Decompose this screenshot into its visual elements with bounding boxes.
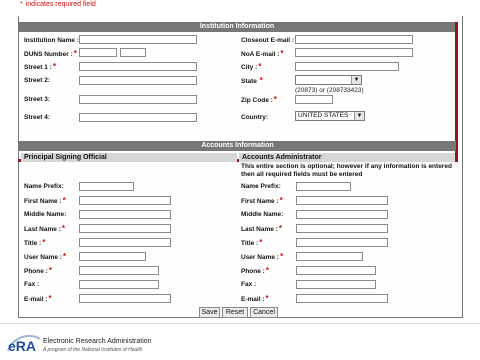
required-icon: * — [48, 294, 52, 303]
required-icon: * — [73, 49, 77, 58]
street2-input[interactable] — [79, 76, 197, 85]
pso-user-name-label: User Name :* — [24, 252, 67, 262]
required-icon: * — [278, 224, 282, 233]
required-icon: * — [273, 95, 277, 104]
required-icon: * — [279, 252, 284, 261]
institution-info-header: Institution Information — [19, 22, 455, 32]
aa-middle-name-label: Middle Name: — [241, 211, 284, 218]
state-label: State * — [241, 76, 263, 86]
required-icon: * — [259, 76, 263, 85]
pso-middle-name-label: Middle Name: — [24, 211, 67, 218]
aa-user-name-input[interactable] — [296, 252, 363, 261]
zip-code-input[interactable] — [295, 95, 333, 104]
era-logo-icon: eRA — [6, 333, 42, 357]
pso-name-prefix-label: Name Prefix: — [24, 183, 64, 190]
pso-fax-input[interactable] — [79, 280, 159, 289]
required-icon: * — [48, 266, 52, 275]
required-icon: * — [52, 62, 56, 71]
footer-title: Electronic Research Administration — [43, 338, 152, 345]
institution-name-label: Institution Name :* — [24, 36, 83, 45]
required-icon: * — [280, 49, 284, 58]
institution-name-input[interactable] — [79, 35, 197, 44]
closeout-email-input[interactable] — [295, 35, 413, 44]
required-icon: * — [42, 238, 46, 247]
aa-phone-input[interactable] — [296, 266, 376, 275]
required-icon: * — [61, 224, 65, 233]
aa-title-label: Title :* — [241, 238, 263, 248]
street4-label: Street 4: — [24, 114, 51, 121]
aa-email-input[interactable] — [296, 294, 388, 303]
street1-input[interactable] — [79, 62, 197, 71]
state-select[interactable]: ▼ — [295, 75, 362, 85]
aa-email-label: E-mail :* — [241, 294, 269, 304]
accounts-administrator-header: Accounts Administrator — [239, 153, 455, 162]
aa-fax-label: Fax : — [241, 281, 257, 288]
duns-plus4-input[interactable] — [120, 48, 146, 57]
footer-divider — [0, 323, 480, 324]
cancel-button[interactable]: Cancel — [250, 307, 278, 318]
city-input[interactable] — [295, 62, 399, 71]
street4-input[interactable] — [79, 113, 197, 122]
aa-last-name-input[interactable] — [296, 224, 388, 233]
accounts-info-header: Accounts Information — [19, 141, 456, 151]
required-icon: * — [265, 294, 269, 303]
aa-phone-label: Phone :* — [241, 266, 269, 276]
required-field-note: * indicates required field — [20, 1, 96, 8]
aa-first-name-input[interactable] — [296, 196, 388, 205]
street3-label: Street 3: — [24, 96, 51, 103]
zip-code-hint: (20873) or (208733423) — [295, 87, 364, 94]
pso-fax-label: Fax : — [24, 281, 40, 288]
city-label: City :* — [241, 62, 262, 72]
pso-phone-label: Phone :* — [24, 266, 52, 276]
zip-code-label: Zip Code :* — [241, 95, 277, 105]
country-label: Country: — [241, 114, 269, 121]
noa-email-label: NoA E-mail :* — [241, 49, 284, 59]
aa-last-name-label: Last Name :* — [241, 224, 282, 234]
required-icon: * — [258, 62, 262, 71]
pso-phone-input[interactable] — [79, 266, 159, 275]
pso-user-name-input[interactable] — [79, 252, 146, 261]
required-icon: * — [62, 196, 66, 205]
principal-signing-official-header: Principal Signing Official — [21, 153, 237, 162]
street2-label: Street 2: — [24, 77, 51, 84]
era-logo-text: eRA — [8, 338, 36, 354]
required-icon: * — [62, 252, 67, 261]
street3-input[interactable] — [79, 95, 197, 104]
closeout-email-label: Closeout E-mail :* — [241, 36, 298, 45]
duns-number-input[interactable] — [79, 48, 117, 57]
pso-last-name-input[interactable] — [79, 224, 171, 233]
aa-middle-name-input[interactable] — [296, 210, 388, 219]
aa-title-input[interactable] — [296, 238, 388, 247]
reset-button[interactable]: Reset — [222, 307, 248, 318]
duns-number-label: DUNS Number :* — [24, 49, 77, 59]
aa-name-prefix-input[interactable] — [296, 182, 351, 191]
footer-subtitle: A program of the National Institutes of … — [43, 347, 143, 353]
pso-first-name-input[interactable] — [79, 196, 171, 205]
aa-fax-input[interactable] — [296, 280, 376, 289]
pso-first-name-label: First Name :* — [24, 196, 66, 206]
chevron-down-icon: ▼ — [351, 76, 361, 84]
save-button[interactable]: Save — [199, 307, 220, 318]
aa-user-name-label: User Name :* — [241, 252, 284, 262]
accounts-admin-optional-note: This entire section is optional; however… — [241, 163, 452, 178]
pso-middle-name-input[interactable] — [79, 210, 171, 219]
required-icon: * — [259, 238, 263, 247]
noa-email-input[interactable] — [295, 48, 413, 57]
pso-title-input[interactable] — [79, 238, 171, 247]
pso-last-name-label: Last Name :* — [24, 224, 65, 234]
chevron-down-icon: ▼ — [354, 112, 364, 120]
pso-title-label: Title :* — [24, 238, 46, 248]
pso-email-label: E-mail :* — [24, 294, 52, 304]
required-star: * — [20, 1, 23, 8]
street1-label: Street 1 :* — [24, 62, 56, 72]
aa-first-name-label: First Name :* — [241, 196, 283, 206]
required-icon: * — [265, 266, 269, 275]
aa-name-prefix-label: Name Prefix: — [241, 183, 281, 190]
required-icon: * — [279, 196, 283, 205]
country-select[interactable]: UNITED STATES ▼ — [295, 111, 365, 121]
pso-name-prefix-input[interactable] — [79, 182, 134, 191]
pso-email-input[interactable] — [79, 294, 171, 303]
